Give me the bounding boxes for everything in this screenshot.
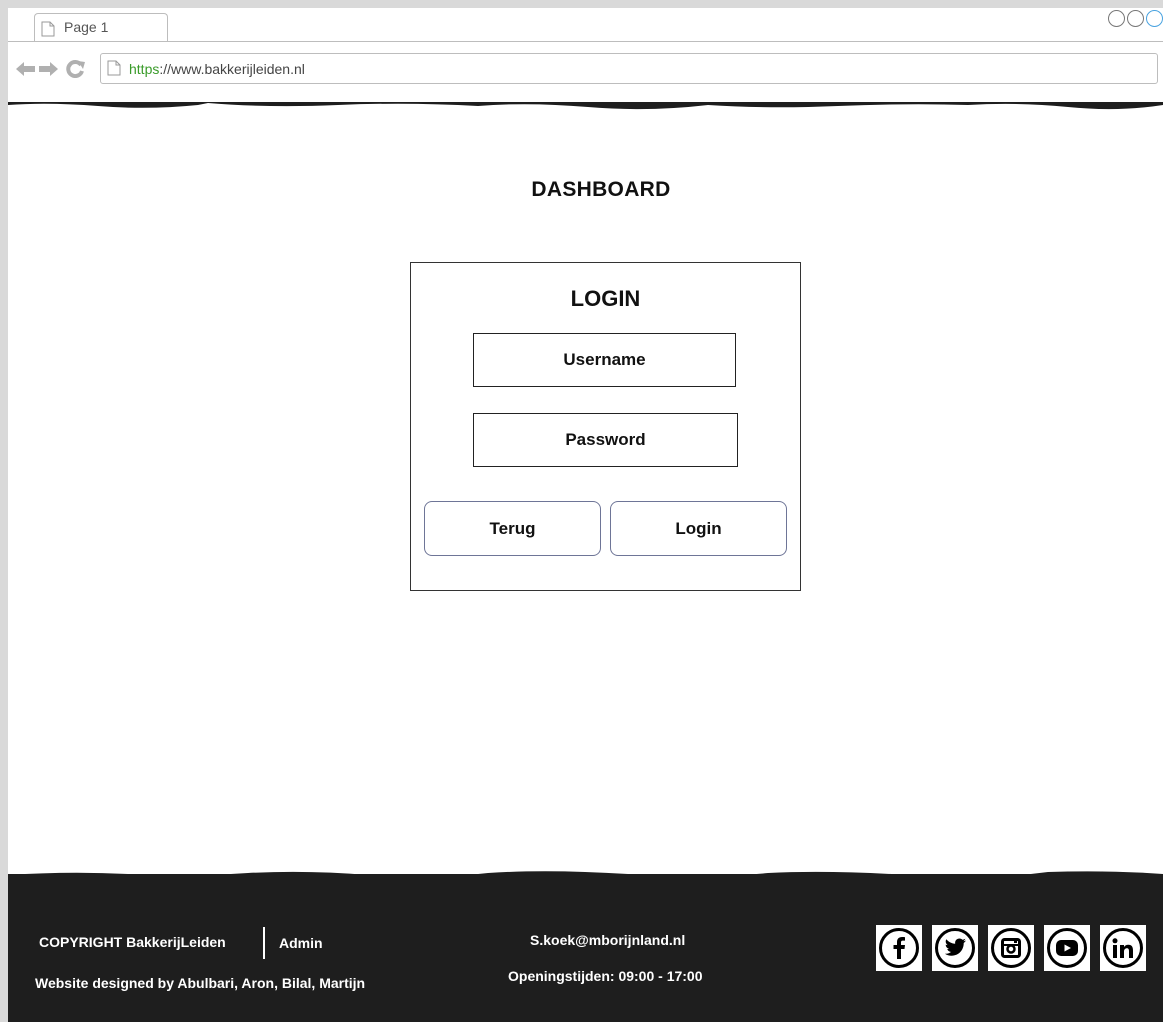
instagram-icon <box>991 928 1031 968</box>
window-controls <box>1108 10 1163 27</box>
instagram-link[interactable] <box>988 925 1034 971</box>
page-icon <box>107 60 121 76</box>
linkedin-link[interactable] <box>1100 925 1146 971</box>
login-panel: LOGIN Username Password Terug Login <box>410 262 801 591</box>
page-title: DASHBOARD <box>531 178 671 201</box>
twitter-icon <box>935 928 975 968</box>
opening-hours: Openingstijden: 09:00 - 17:00 <box>508 968 703 984</box>
url-protocol: https <box>129 61 160 77</box>
address-bar[interactable]: https://www.bakkerijleiden.nl <box>100 53 1158 84</box>
navigation-bar: https://www.bakkerijleiden.nl <box>8 42 1163 103</box>
password-field[interactable]: Password <box>473 413 738 467</box>
copyright-text: COPYRIGHT BakkerijLeiden <box>39 934 226 950</box>
back-button[interactable]: Terug <box>424 501 601 556</box>
tab-label: Page 1 <box>64 19 109 35</box>
url-text: https://www.bakkerijleiden.nl <box>129 61 305 77</box>
tab-strip: Page 1 <box>8 8 1163 42</box>
username-field[interactable]: Username <box>473 333 736 387</box>
footer-wave-edge <box>8 871 1163 880</box>
url-domain: ://www.bakkerijleiden.nl <box>159 61 305 77</box>
forward-arrow-icon[interactable] <box>38 61 58 77</box>
page-icon <box>41 21 55 37</box>
contact-email[interactable]: S.koek@mborijnland.nl <box>530 932 685 948</box>
back-arrow-icon[interactable] <box>16 61 36 77</box>
header-wave-divider <box>8 102 1163 110</box>
maximize-button[interactable] <box>1127 10 1144 27</box>
browser-window: Page 1 https://www.bakkerijleiden.nl DAS… <box>8 8 1163 1022</box>
login-button[interactable]: Login <box>610 501 787 556</box>
reload-icon[interactable] <box>66 60 86 78</box>
designed-by-text: Website designed by Abulbari, Aron, Bila… <box>35 975 366 991</box>
twitter-link[interactable] <box>932 925 978 971</box>
youtube-icon <box>1047 928 1087 968</box>
minimize-button[interactable] <box>1108 10 1125 27</box>
linkedin-icon <box>1103 928 1143 968</box>
admin-link[interactable]: Admin <box>279 935 323 951</box>
close-button[interactable] <box>1146 10 1163 27</box>
browser-tab[interactable]: Page 1 <box>34 13 168 41</box>
footer-divider <box>263 927 265 959</box>
footer: COPYRIGHT BakkerijLeiden Admin Website d… <box>8 874 1163 1022</box>
login-title: LOGIN <box>570 286 641 311</box>
youtube-link[interactable] <box>1044 925 1090 971</box>
facebook-link[interactable] <box>876 925 922 971</box>
social-links <box>876 925 1146 971</box>
facebook-icon <box>879 928 919 968</box>
